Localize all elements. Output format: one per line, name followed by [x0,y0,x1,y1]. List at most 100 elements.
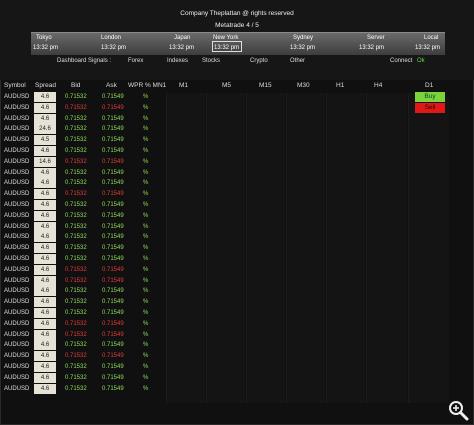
wpr-cell: % [143,180,149,187]
table-row[interactable]: AUDUSD 4.6 0.71532 0.71549% [0,200,448,211]
table-row[interactable]: AUDUSD 4.6 0.71532 0.71549% [0,318,448,330]
spread-cell: 4.6 [34,329,56,340]
symbol-cell: AUDUSD [4,148,30,154]
col-header-m30: M30 [297,82,310,89]
spread-cell: 4.6 [34,232,56,243]
wpr-cell: % [143,137,149,144]
table-row[interactable]: AUDUSD 4.6 0.71532 0.71549% [0,383,448,395]
bid-cell: 0.71532 [65,299,87,306]
wpr-cell: % [143,277,149,284]
table-row[interactable]: AUDUSD 4.6 0.71532 0.71549% [0,167,448,179]
nav-tab-crypto[interactable]: Crypto [250,58,268,64]
ask-cell: 0.71549 [102,374,124,381]
ask-cell: 0.71549 [102,353,124,360]
symbol-cell: AUDUSD [4,126,30,133]
symbol-cell: AUDUSD [4,191,30,198]
table-row[interactable]: AUDUSD 4.5 0.71532 0.71549% [0,135,448,146]
table-row[interactable]: AUDUSD 4.6 0.71532 0.71549% [0,102,448,114]
table-row[interactable]: AUDUSD 4.6 0.71532 0.71549% [0,146,448,157]
table-row[interactable]: AUDUSD 4.6 0.71532 0.71549% [0,372,448,384]
spread-cell: 4.6 [34,286,56,297]
symbol-cell: AUDUSD [4,385,30,392]
spread-cell: 24.6 [34,124,56,135]
spread-cell: 4.6 [34,297,56,308]
spread-cell: 4.6 [34,210,56,221]
table-row[interactable]: AUDUSD 4.6 0.71532 0.71549% [0,362,448,373]
bid-cell: 0.71532 [65,385,87,392]
tz-time-local: 13:32 pm [415,45,441,51]
nav-tab-forex[interactable]: Forex [128,58,143,64]
ask-cell: 0.71549 [102,137,124,144]
table-row[interactable]: AUDUSD 4.6 0.71532 0.71549% [0,351,448,362]
bid-cell: 0.71532 [65,202,87,208]
table-row[interactable]: AUDUSD 14.6 0.71532 0.71549% [0,156,448,168]
nav-label: Dashboard Signals : [57,58,112,64]
bid-cell: 0.71532 [65,148,87,154]
table-row[interactable]: AUDUSD 4.6 0.71532 0.71549% [0,254,448,265]
spread-cell: 14.6 [34,156,56,167]
symbol-cell: AUDUSD [4,331,30,338]
wpr-cell: % [143,223,149,230]
bid-cell: 0.71532 [65,256,87,262]
bid-cell: 0.71532 [65,342,87,349]
table-row[interactable]: AUDUSD 4.6 0.71532 0.71549% [0,286,448,297]
wpr-cell: % [143,299,149,306]
table-row[interactable]: AUDUSD 4.6 0.71532 0.71549% [0,243,448,254]
wpr-cell: % [143,245,149,252]
symbol-cell: AUDUSD [4,245,30,252]
spread-cell: 4.6 [34,102,56,113]
ask-cell: 0.71549 [102,320,124,327]
symbol-cell: AUDUSD [4,364,30,370]
zoom-in-icon[interactable] [447,399,469,421]
ask-cell: 0.71549 [102,94,124,100]
wpr-cell: % [143,353,149,360]
table-row[interactable]: AUDUSD 4.6 0.71532 0.71549% [0,264,448,276]
table-row[interactable]: AUDUSD 4.6 0.71532 0.71549% [0,308,448,319]
table-row[interactable]: AUDUSD 4.6 0.71532 0.71549% [0,113,448,125]
wpr-cell: % [143,364,149,370]
ask-cell: 0.71549 [102,331,124,338]
spread-cell: 4.6 [34,243,56,254]
symbol-cell: AUDUSD [4,353,30,360]
ask-cell: 0.71549 [102,104,124,111]
table-row[interactable]: AUDUSD 4.6 0.71532 0.71549% [0,92,448,103]
nav-tab-indexes[interactable]: Indexes [167,58,188,64]
symbol-cell: AUDUSD [4,299,30,306]
spread-cell: 4.6 [34,383,56,394]
tz-time-server: 13:32 pm [359,45,385,51]
spread-cell: 4.6 [34,221,56,232]
table-row[interactable]: AUDUSD 4.6 0.71532 0.71549% [0,210,448,222]
table-row[interactable]: AUDUSD 4.6 0.71532 0.71549% [0,232,448,243]
connect-status: Ok [417,58,425,64]
bid-cell: 0.71532 [65,94,87,100]
table-row[interactable]: AUDUSD 4.6 0.71532 0.71549% [0,275,448,287]
table-row[interactable]: AUDUSD 4.6 0.71532 0.71549% [0,178,448,189]
table-row[interactable]: AUDUSD 4.6 0.71532 0.71549% [0,297,448,308]
col-header-m1: M1 [179,82,189,89]
bid-cell: 0.71532 [65,234,87,241]
tz-name-server: Server [367,35,385,41]
bid-cell: 0.71532 [65,245,87,252]
col-header-m5: M5 [222,82,232,89]
symbol-cell: AUDUSD [4,158,30,165]
table-row[interactable]: AUDUSD 24.6 0.71532 0.71549% [0,124,448,135]
table-row[interactable]: AUDUSD 4.6 0.71532 0.71549% [0,221,448,233]
wpr-cell: % [143,310,149,316]
symbol-cell: AUDUSD [4,202,30,208]
table-row[interactable]: AUDUSD 4.6 0.71532 0.71549% [0,340,448,351]
wpr-cell: % [143,115,149,122]
nav-tab-stocks[interactable]: Stocks [202,58,220,64]
ask-cell: 0.71549 [102,342,124,349]
ask-cell: 0.71549 [102,299,124,306]
spread-cell: 4.6 [34,146,56,156]
table-row[interactable]: AUDUSD 4.6 0.71532 0.71549% [0,189,448,200]
ask-cell: 0.71549 [102,385,124,392]
nav-tab-other[interactable]: Other [290,58,305,64]
table-row[interactable]: AUDUSD 4.6 0.71532 0.71549% [0,329,448,341]
symbol-cell: AUDUSD [4,256,30,262]
symbol-cell: AUDUSD [4,288,30,295]
symbol-cell: AUDUSD [4,137,30,144]
bid-cell: 0.71532 [65,331,87,338]
col-header-d1: D1 [425,82,434,89]
ask-cell: 0.71549 [102,126,124,133]
